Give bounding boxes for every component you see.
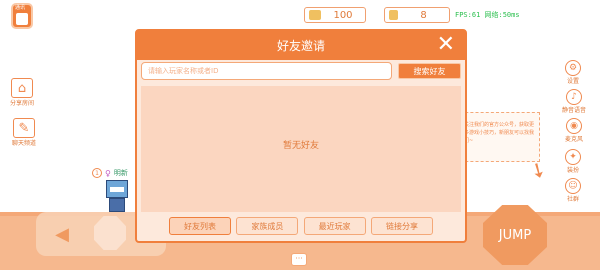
left-arrow-icon: ◀ [55,223,69,245]
mute-sound-icon: ♪ [566,89,582,105]
microphone-label: 麦克风 [565,136,584,143]
move-left-button[interactable]: ◀ [36,214,88,254]
outfit-label: 装扮 [566,167,579,174]
chat-open-button[interactable]: ··· [291,253,307,266]
empty-state-text: 暂无好友 [282,141,319,151]
search-friend-button[interactable]: 搜索好友 [398,63,461,79]
community-button[interactable]: ☺ 社群 [565,178,581,203]
dialog-title: 好友邀请 [276,39,325,53]
location-pin-icon: ♀ [105,168,111,178]
search-placeholder: 请输入玩家名称或者ID [148,67,219,75]
tab-recent-players-label: 最近玩家 [318,221,351,231]
friend-search-input[interactable]: 请输入玩家名称或者ID [141,62,392,80]
avatar-face-icon [16,13,28,25]
chat-channel-button[interactable]: ✎ 聊天频道 [12,118,36,147]
player-name: 明新 [113,169,128,177]
tab-friend-list[interactable]: 好友列表 [169,217,231,235]
tab-family-members[interactable]: 家族成员 [236,217,299,235]
dialog-header: 好友邀请 ✕ [137,31,465,60]
outfit-icon: ✦ [565,149,581,165]
player-character [104,180,130,214]
tab-recent-players[interactable]: 最近玩家 [303,217,366,235]
hint-text: 关注我们的官方公众号，获取更多游戏小技巧，新朋友可以找我们~ [464,122,535,144]
tab-friend-list-label: 好友列表 [184,221,216,231]
player-nameplate: 1 ♀ 明新 [92,168,128,178]
jump-label: JUMP [498,227,532,243]
avatar-tag: 通讯 [15,5,26,11]
coin-counter[interactable]: 100 [304,7,366,23]
chat-channel-label: 聊天频道 [12,140,37,147]
search-friend-label: 搜索好友 [413,66,446,76]
mute-sound-label: 静音语音 [562,107,587,114]
close-icon[interactable]: ✕ [437,33,455,57]
community-icon: ☺ [565,178,581,194]
tab-family-members-label: 家族成员 [251,221,284,231]
gem-value: 8 [420,9,427,21]
coin-value: 100 [333,9,353,21]
friend-invite-dialog: 好友邀请 ✕ 请输入玩家名称或者ID 搜索好友 暂无好友 好友列表 家族成员 最… [135,29,467,243]
tab-link-share-label: 链接分享 [385,221,418,231]
gem-icon [389,10,398,20]
community-label: 社群 [566,196,579,203]
friend-tabs: 好友列表 家族成员 最近玩家 链接分享 [141,217,461,239]
settings-label: 设置 [566,78,579,85]
player-avatar-button[interactable]: 通讯 [11,3,33,29]
chat-bubble-icon: ··· [295,254,303,263]
share-room-icon: ⌂ [11,78,33,98]
gem-counter[interactable]: 8 [384,7,450,23]
fps-readout: FPS:61 网络:50ms [455,11,520,19]
hint-bubble: 关注我们的官方公众号，获取更多游戏小技巧，新朋友可以找我们~ [455,112,540,162]
settings-icon: ⚙ [565,60,581,76]
settings-button[interactable]: ⚙ 设置 [565,60,581,85]
mute-sound-button[interactable]: ♪ 静音语音 [562,89,586,114]
coin-icon [309,10,321,20]
share-room-button[interactable]: ⌂ 分享房间 [10,78,34,107]
player-level-badge: 1 [92,168,102,178]
friend-list-area: 暂无好友 [141,86,461,212]
microphone-icon: ◉ [566,118,582,134]
share-room-label: 分享房间 [10,100,35,107]
tab-link-share[interactable]: 链接分享 [370,217,433,235]
move-right-button[interactable] [94,216,126,250]
outfit-button[interactable]: ✦ 装扮 [565,149,581,174]
microphone-button[interactable]: ◉ 麦克风 [565,118,583,143]
chat-message-icon: ✎ [13,118,35,138]
